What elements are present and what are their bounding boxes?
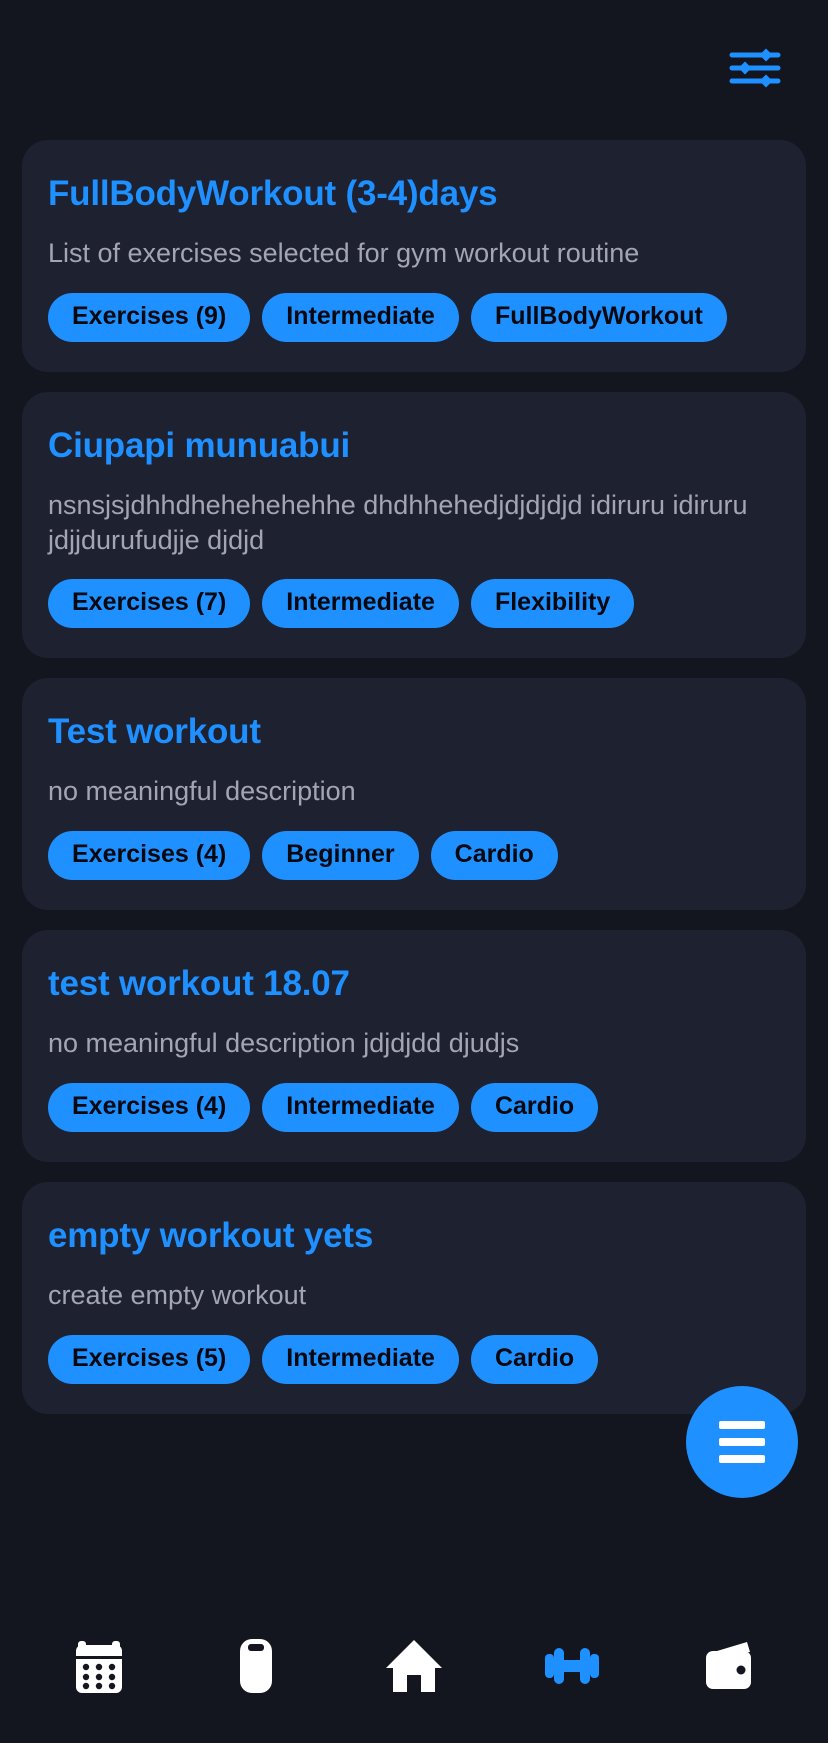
chip-difficulty[interactable]: Intermediate	[262, 292, 459, 342]
workout-list-screen: FullBodyWorkout (3-4)days List of exerci…	[0, 0, 828, 1743]
workout-description: no meaningful description	[48, 776, 356, 807]
workout-card[interactable]: Test workout no meaningful description E…	[22, 678, 806, 910]
workout-card[interactable]: empty workout yets create empty workout …	[22, 1181, 806, 1414]
filter-sliders-icon	[728, 47, 782, 94]
workout-title: Test workout	[48, 712, 261, 752]
chip-exercises[interactable]: Exercises (7)	[48, 579, 251, 629]
home-icon	[383, 1637, 445, 1700]
top-bar	[0, 0, 828, 140]
wallet-icon	[701, 1638, 757, 1699]
chip-exercises[interactable]: Exercises (5)	[48, 1334, 251, 1384]
workout-description: nsnsjsjdhhdhehehehehhe dhdhhehedjdjdjdjd…	[48, 490, 748, 555]
workout-card[interactable]: Ciupapi munuabui nsnsjsjdhhdhehehehehhe …	[22, 391, 806, 659]
calendar-icon	[71, 1636, 127, 1701]
chip-category[interactable]: Cardio	[470, 1082, 599, 1132]
workout-title: empty workout yets	[48, 1215, 374, 1255]
hamburger-menu-icon	[719, 1421, 765, 1463]
nav-item-workouts[interactable]	[517, 1613, 627, 1723]
chip-exercises[interactable]: Exercises (4)	[48, 830, 251, 880]
workout-chips: Exercises (4) Intermediate Cardio	[48, 1082, 780, 1132]
workout-title: Ciupapi munuabui	[48, 425, 351, 465]
nav-item-calendar[interactable]	[44, 1613, 154, 1723]
nav-item-water[interactable]	[201, 1613, 311, 1723]
workout-description: create empty workout	[48, 1279, 307, 1310]
workout-list[interactable]: FullBodyWorkout (3-4)days List of exerci…	[0, 140, 828, 1593]
bottom-navigation	[0, 1593, 828, 1743]
chip-category[interactable]: Cardio	[430, 830, 558, 880]
workout-title: test workout 18.07	[48, 963, 350, 1003]
chip-exercises[interactable]: Exercises (4)	[48, 1082, 251, 1132]
workout-chips: Exercises (5) Intermediate Cardio	[48, 1334, 780, 1384]
dumbbell-icon	[541, 1644, 603, 1693]
workout-chips: Exercises (7) Intermediate Flexibility	[48, 579, 780, 629]
workout-chips: Exercises (9) Intermediate FullBodyWorko…	[48, 292, 780, 342]
workout-description: List of exercises selected for gym worko…	[48, 238, 640, 269]
workout-card[interactable]: FullBodyWorkout (3-4)days List of exerci…	[22, 140, 806, 372]
workout-chips: Exercises (4) Beginner Cardio	[48, 830, 780, 880]
water-bottle-icon	[235, 1635, 277, 1702]
nav-item-wallet[interactable]	[674, 1613, 784, 1723]
filter-button[interactable]	[716, 39, 794, 101]
workout-card[interactable]: test workout 18.07 no meaningful descrip…	[22, 929, 806, 1162]
chip-category[interactable]: Flexibility	[470, 579, 635, 629]
chip-category[interactable]: Cardio	[470, 1334, 599, 1384]
chip-exercises[interactable]: Exercises (9)	[48, 292, 251, 342]
floating-action-button[interactable]	[686, 1386, 798, 1498]
workout-title: FullBodyWorkout (3-4)days	[48, 174, 498, 213]
chip-difficulty[interactable]: Intermediate	[262, 1082, 459, 1132]
chip-difficulty[interactable]: Intermediate	[262, 579, 459, 629]
chip-category[interactable]: FullBodyWorkout	[470, 292, 727, 342]
chip-difficulty[interactable]: Beginner	[262, 830, 419, 880]
nav-item-home[interactable]	[359, 1613, 469, 1723]
chip-difficulty[interactable]: Intermediate	[262, 1334, 459, 1384]
workout-description: no meaningful description jdjdjdd djudjs	[48, 1028, 520, 1059]
